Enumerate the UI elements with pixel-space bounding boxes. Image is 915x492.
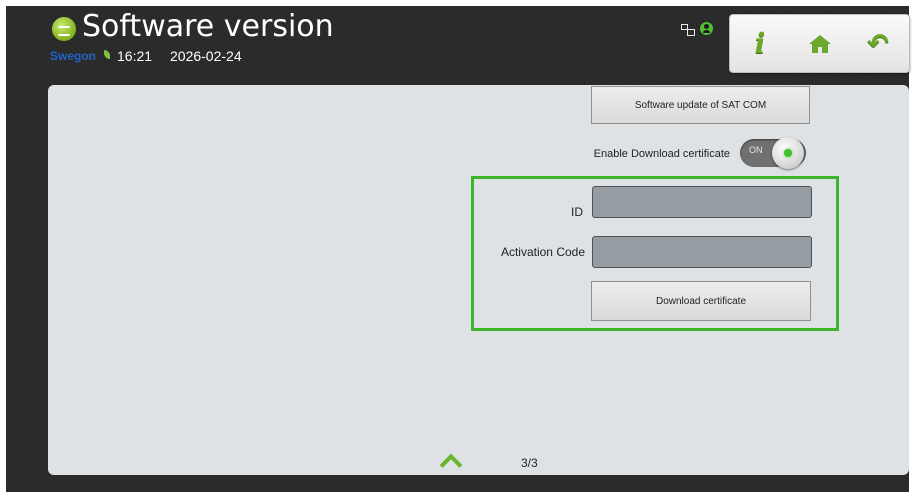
- edge-left: [0, 0, 6, 492]
- network-icon: [681, 24, 695, 36]
- home-button[interactable]: [792, 15, 848, 72]
- edge-top: [0, 0, 915, 6]
- id-input[interactable]: [592, 186, 812, 218]
- clock-time: 16:21: [117, 48, 153, 64]
- user-icon: [700, 22, 713, 35]
- enable-download-certificate-toggle[interactable]: ON: [738, 136, 810, 170]
- navigation-panel: i ↶: [729, 14, 910, 73]
- page-title: Software version: [82, 9, 334, 44]
- activation-code-input[interactable]: [592, 236, 812, 268]
- software-chip-icon: [52, 17, 76, 41]
- page-up-chevron-icon[interactable]: [437, 452, 463, 468]
- back-arrow-icon: ↶: [867, 28, 889, 59]
- info-button[interactable]: i: [732, 15, 788, 72]
- page-indicator: 3/3: [521, 456, 538, 470]
- home-icon: [809, 34, 831, 53]
- screen: Software version Swegon 16:21 2026-02-24…: [0, 0, 915, 492]
- back-button[interactable]: ↶: [850, 15, 906, 72]
- current-date: 2026-02-24: [170, 48, 242, 64]
- toggle-state-text: ON: [749, 145, 763, 155]
- software-update-sat-com-button[interactable]: Software update of SAT COM: [591, 86, 810, 124]
- info-icon: i: [754, 27, 766, 60]
- activation-code-label: Activation Code: [500, 245, 585, 259]
- toggle-indicator-icon: [784, 149, 792, 157]
- edge-right: [909, 0, 915, 492]
- leaf-icon: [104, 50, 110, 59]
- brand-logo: Swegon: [50, 49, 97, 63]
- enable-download-certificate-label: Enable Download certificate: [593, 148, 730, 160]
- download-certificate-button[interactable]: Download certificate: [591, 281, 811, 321]
- id-label: ID: [571, 205, 583, 219]
